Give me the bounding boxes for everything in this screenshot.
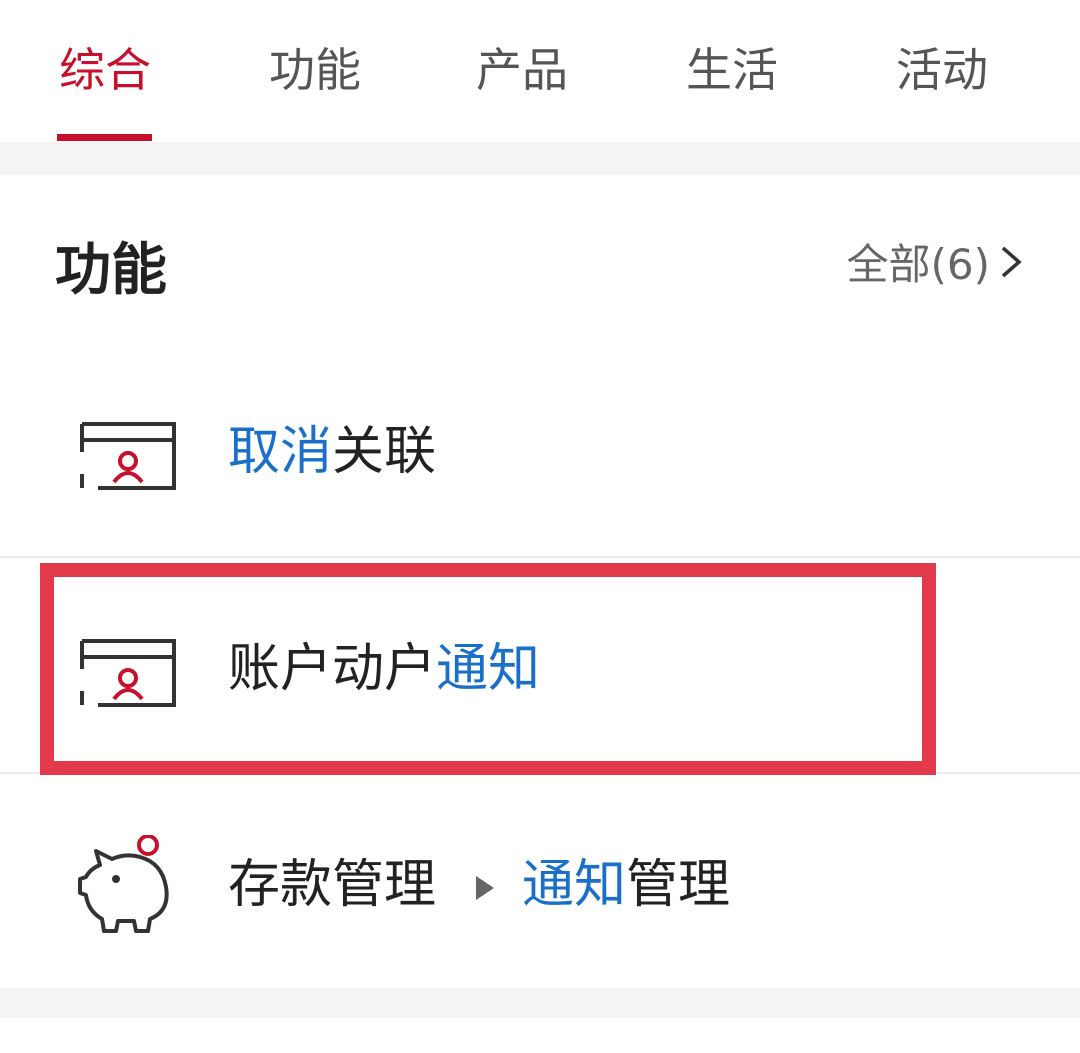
highlight-text: 取消 — [228, 422, 333, 482]
view-all-link[interactable]: 全部(6) — [847, 231, 1023, 292]
next-section — [0, 1018, 1080, 1053]
piggy-bank-icon — [78, 835, 169, 933]
highlight-text: 通知 — [522, 855, 627, 915]
list-item-label: 账户动户通知 — [228, 639, 541, 699]
list-item-unlink[interactable]: 取消关联 — [0, 340, 1080, 555]
tab-comprehensive[interactable]: 综合 — [55, 30, 155, 110]
tab-products[interactable]: 产品 — [472, 30, 572, 110]
card-user-icon — [80, 422, 176, 490]
chevron-right-icon — [1001, 246, 1022, 277]
breadcrumb-separator-icon — [476, 876, 495, 900]
list-item-label: 存款管理 通知管理 — [228, 855, 731, 915]
active-tab-indicator — [57, 134, 152, 141]
tab-bar: 综合 功能 产品 生活 活动 — [0, 0, 1080, 142]
features-card: 功能 全部(6) 取消关联 账户动户通知 存款管理 通知管理 — [0, 175, 1080, 988]
list-item-label: 取消关联 — [228, 422, 437, 482]
card-user-icon — [80, 639, 176, 707]
list-item-account-notification[interactable]: 账户动户通知 — [0, 557, 1080, 772]
highlight-text: 通知 — [436, 639, 541, 699]
tab-features[interactable]: 功能 — [265, 30, 365, 110]
section-title: 功能 — [55, 238, 167, 303]
tab-activities[interactable]: 活动 — [892, 30, 992, 110]
list-item-deposit-management[interactable]: 存款管理 通知管理 — [0, 773, 1080, 988]
view-all-label: 全部(6) — [846, 240, 991, 289]
tab-life[interactable]: 生活 — [682, 30, 782, 110]
